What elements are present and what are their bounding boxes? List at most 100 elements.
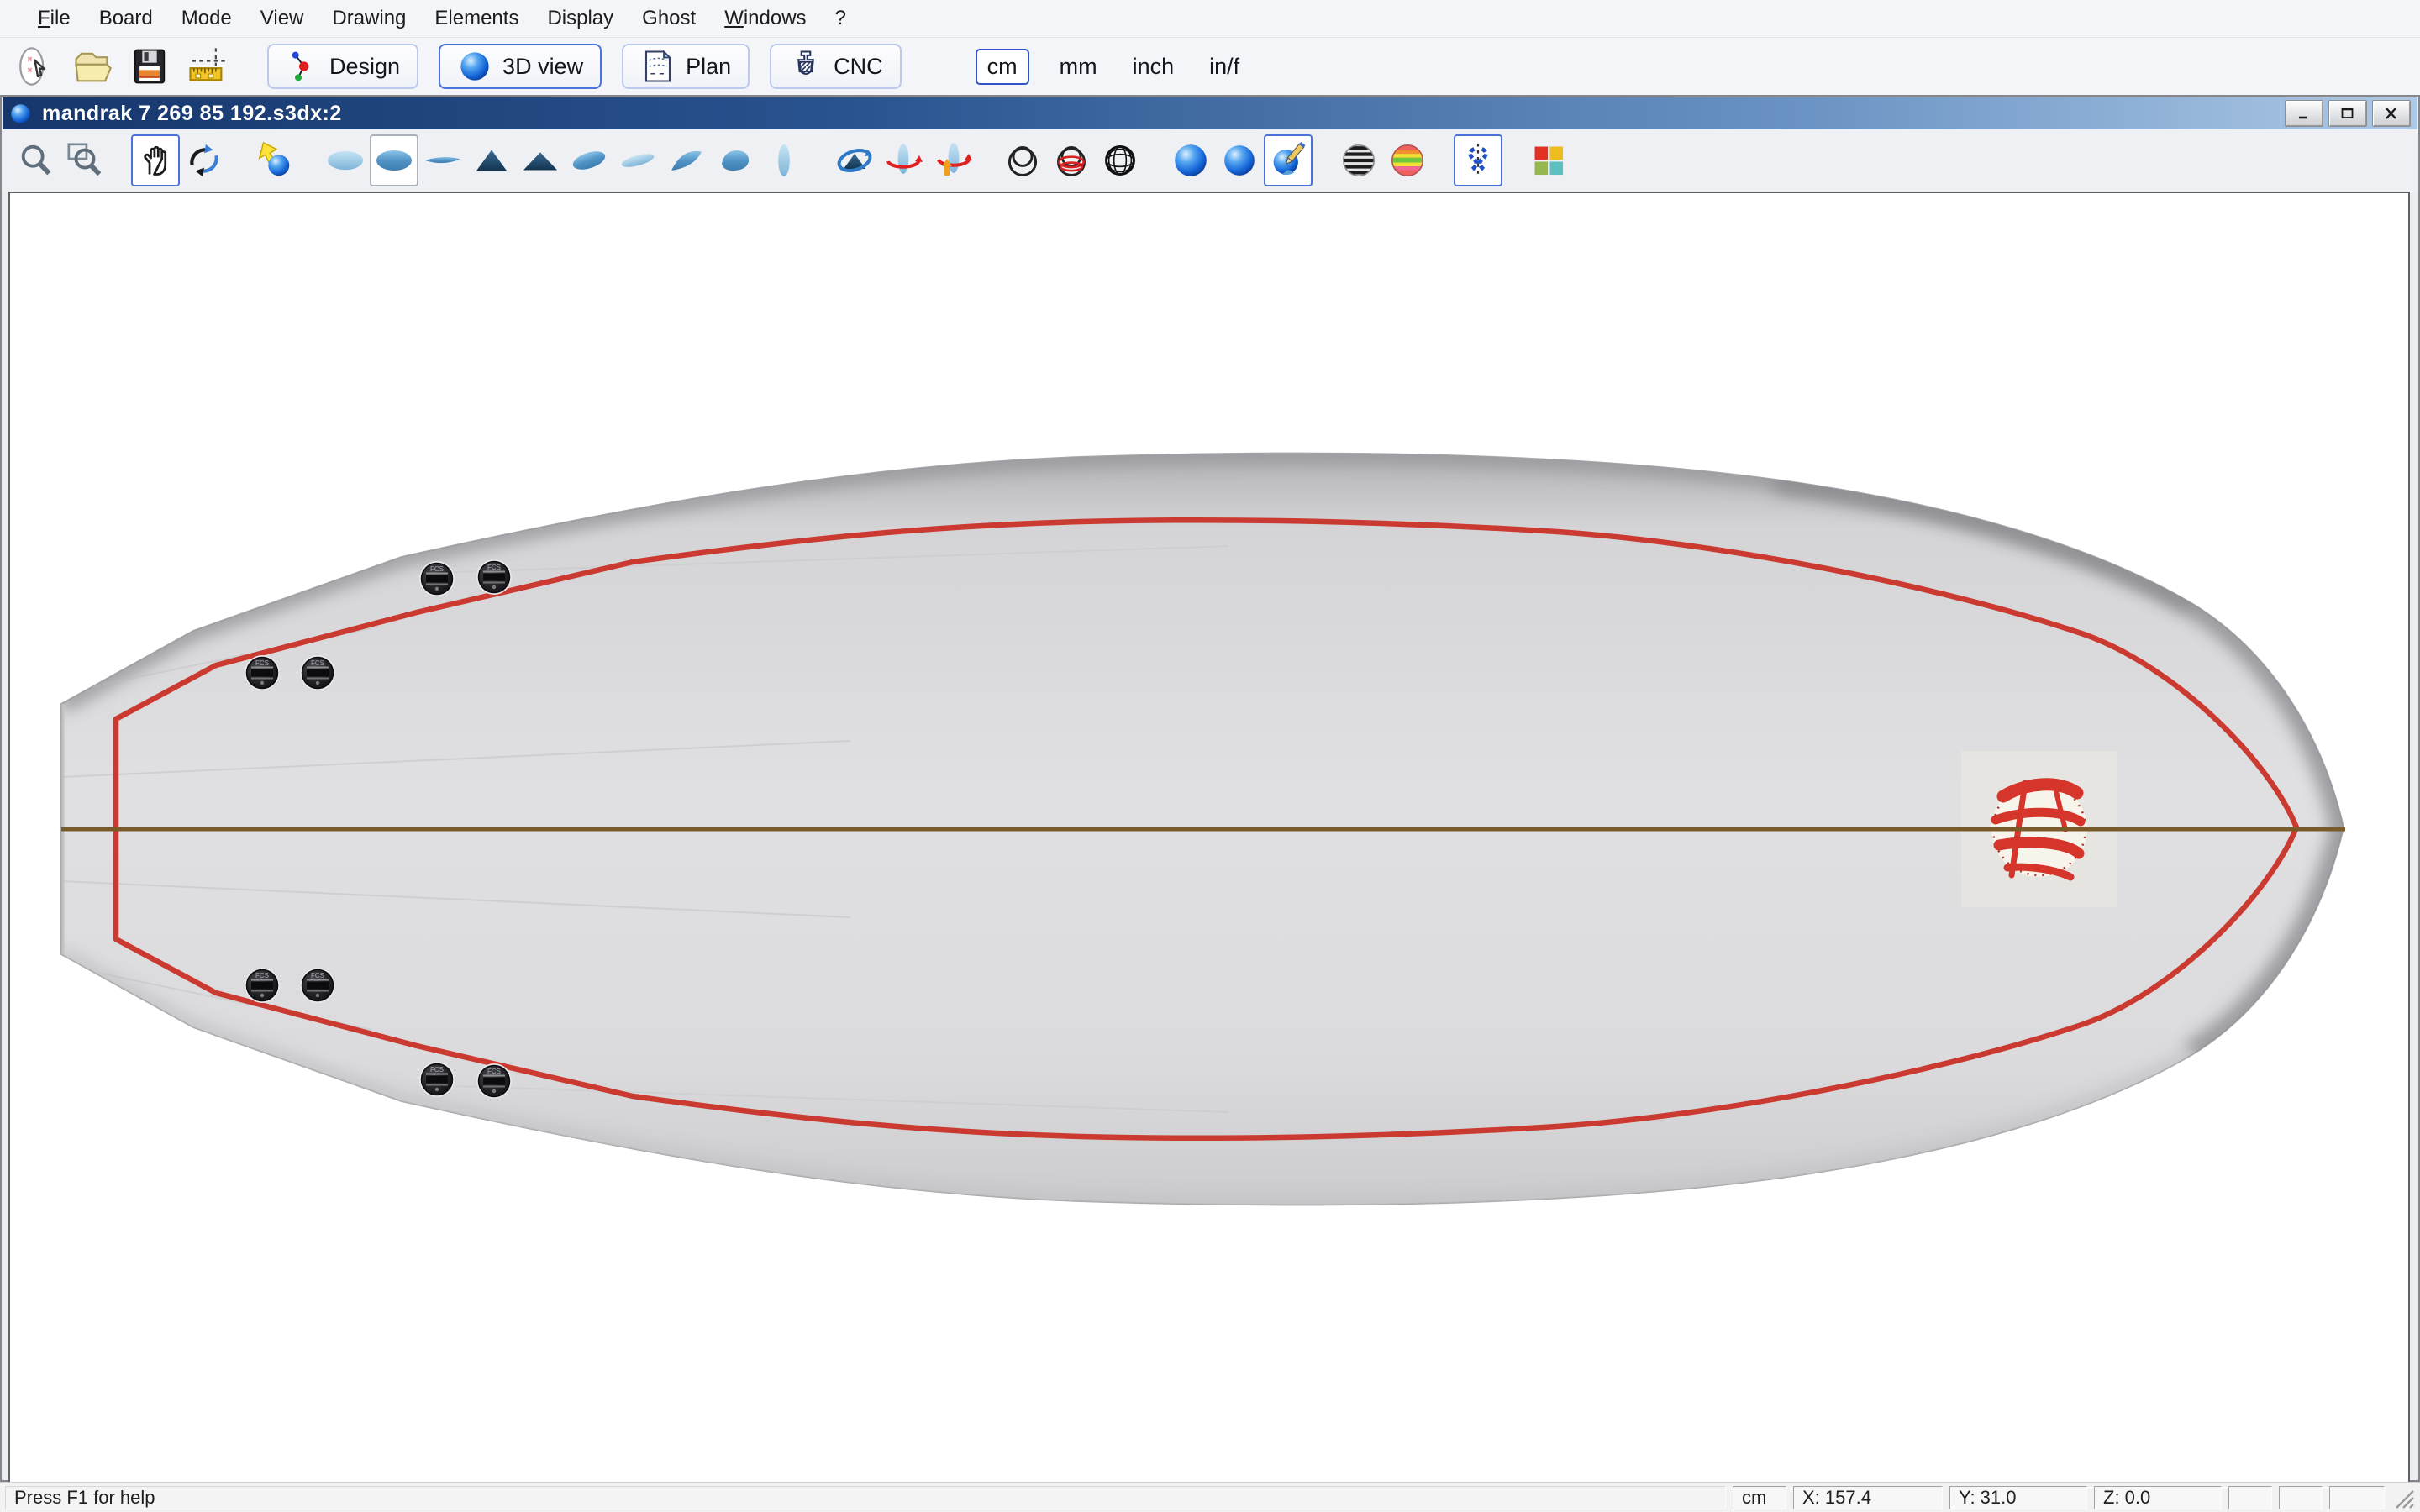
svg-text:FCS: FCS xyxy=(311,659,324,667)
status-help: Press F1 for help xyxy=(5,1485,1726,1509)
3d-view-mode-button[interactable]: 3D view xyxy=(439,44,602,89)
unit-inch[interactable]: inch xyxy=(1128,50,1180,83)
save-icon[interactable] xyxy=(123,40,176,92)
view-side-icon[interactable] xyxy=(418,134,467,186)
tile-windows-icon[interactable] xyxy=(1524,134,1573,186)
minimize-icon xyxy=(2299,116,2307,119)
measurements-icon-svg xyxy=(189,48,225,81)
board-3d-view: FCS FCS FCS FCS FCS FCS FCS FCS xyxy=(60,452,2345,1206)
cnc-mode-label: CNC xyxy=(834,53,883,79)
fin-plug[interactable]: FCS xyxy=(245,968,280,1003)
view-perspective-3-icon[interactable] xyxy=(662,134,711,186)
save-icon-svg xyxy=(134,49,166,84)
plan-mode-label: Plan xyxy=(686,53,732,79)
cnc-mode-icon xyxy=(797,50,815,75)
menu-bar: File Board Mode View Drawing Elements Di… xyxy=(0,0,2420,38)
view-front-icon[interactable] xyxy=(467,134,516,186)
measurements-icon[interactable] xyxy=(180,40,234,92)
menu-file[interactable]: File xyxy=(24,7,85,30)
plan-mode-button[interactable]: Plan xyxy=(622,44,750,89)
paint-decor-icon[interactable] xyxy=(1264,134,1313,186)
view-perspective-2-icon[interactable] xyxy=(613,134,662,186)
wireframe-icon[interactable] xyxy=(998,134,1047,186)
svg-text:FCS: FCS xyxy=(255,659,269,667)
fin-plug[interactable]: FCS xyxy=(300,655,335,690)
design-canvas[interactable]: FCS FCS FCS FCS FCS FCS FCS FCS xyxy=(8,192,2410,1483)
resize-grip[interactable] xyxy=(2391,1486,2415,1509)
document-title-bar[interactable]: mandrak 7 269 85 192.s3dx:2 xyxy=(3,97,2417,129)
rotate-view-icon[interactable] xyxy=(830,134,879,186)
view-outline-icon[interactable] xyxy=(760,134,808,186)
view-perspective-4-icon[interactable] xyxy=(711,134,760,186)
status-z-coordinate: Z: 0.0 xyxy=(2094,1485,2222,1509)
document-title: mandrak 7 269 85 192.s3dx:2 xyxy=(42,101,342,125)
menu-windows[interactable]: Windows xyxy=(710,7,820,30)
status-bar: Press F1 for help cm X: 157.4 Y: 31.0 Z:… xyxy=(0,1482,2420,1512)
maximize-icon xyxy=(2341,108,2354,118)
app-icon xyxy=(11,103,30,123)
maximize-button[interactable] xyxy=(2328,100,2367,127)
zebra-icon[interactable] xyxy=(1334,134,1383,186)
menu-mode[interactable]: Mode xyxy=(167,7,246,30)
flip-board-icon[interactable] xyxy=(928,134,976,186)
new-board-icon-svg xyxy=(19,47,46,86)
3d-view-mode-icon xyxy=(460,52,489,81)
status-empty-cell xyxy=(2279,1485,2323,1509)
pan-icon[interactable] xyxy=(131,134,180,186)
curvature-icon[interactable] xyxy=(1383,134,1432,186)
menu-board[interactable]: Board xyxy=(85,7,167,30)
svg-text:FCS: FCS xyxy=(487,1068,501,1075)
view-deck-icon[interactable] xyxy=(321,134,370,186)
spin-board-icon[interactable] xyxy=(879,134,928,186)
svg-text:FCS: FCS xyxy=(255,972,269,979)
status-x-coordinate: X: 157.4 xyxy=(1793,1485,1943,1509)
status-y-coordinate: Y: 31.0 xyxy=(1949,1485,2087,1509)
new-board-icon[interactable] xyxy=(8,40,62,92)
zoom-window-icon[interactable] xyxy=(60,134,109,186)
menu-view[interactable]: View xyxy=(246,7,318,30)
pick-render-icon[interactable] xyxy=(250,134,299,186)
menu-elements[interactable]: Elements xyxy=(420,7,533,30)
minimize-button[interactable] xyxy=(2285,100,2323,127)
design-mode-button[interactable]: Design xyxy=(267,44,419,89)
fin-plug[interactable]: FCS xyxy=(300,968,335,1003)
unit-mm[interactable]: mm xyxy=(1055,50,1102,83)
svg-text:FCS: FCS xyxy=(430,1066,444,1074)
symmetry-icon[interactable] xyxy=(1454,134,1502,186)
cnc-mode-button[interactable]: CNC xyxy=(770,44,902,89)
mdi-work-area: mandrak 7 269 85 192.s3dx:2 FCS FCS FCS … xyxy=(0,95,2420,1483)
main-toolbar: Design 3D view Plan CNC cm mm inch in/f xyxy=(0,38,2420,96)
status-empty-cell xyxy=(2228,1485,2272,1509)
design-mode-icon xyxy=(292,51,309,81)
fin-plug[interactable]: FCS xyxy=(419,1062,455,1097)
close-button[interactable] xyxy=(2372,100,2411,127)
view-perspective-icon[interactable] xyxy=(565,134,613,186)
3d-view-mode-label: 3D view xyxy=(502,53,584,79)
menu-ghost[interactable]: Ghost xyxy=(628,7,710,30)
open-folder-icon[interactable] xyxy=(66,40,119,92)
view-back-icon[interactable] xyxy=(516,134,565,186)
render-sphere-2-icon[interactable] xyxy=(1215,134,1264,186)
plan-mode-icon xyxy=(645,50,672,82)
svg-text:FCS: FCS xyxy=(487,564,501,571)
menu-drawing[interactable]: Drawing xyxy=(318,7,420,30)
status-empty-cell xyxy=(2329,1485,2385,1509)
wireframe-rings-icon[interactable] xyxy=(1047,134,1096,186)
zoom-icon[interactable] xyxy=(12,134,60,186)
orbit-icon[interactable] xyxy=(180,134,229,186)
svg-text:FCS: FCS xyxy=(430,565,444,573)
render-sphere-icon[interactable] xyxy=(1166,134,1215,186)
fin-plug[interactable]: FCS xyxy=(419,561,455,596)
fin-plug[interactable]: FCS xyxy=(476,1063,512,1099)
svg-text:FCS: FCS xyxy=(311,972,324,979)
menu-help[interactable]: ? xyxy=(821,7,860,30)
mesh-icon[interactable] xyxy=(1096,134,1144,186)
unit-inf[interactable]: in/f xyxy=(1204,50,1244,83)
view-bottom-icon[interactable] xyxy=(370,134,418,186)
menu-display[interactable]: Display xyxy=(533,7,628,30)
view-toolbar xyxy=(2,129,2418,192)
unit-selector: cm mm inch in/f xyxy=(975,48,1245,85)
fin-plug[interactable]: FCS xyxy=(476,559,512,595)
fin-plug[interactable]: FCS xyxy=(245,655,280,690)
unit-cm[interactable]: cm xyxy=(975,48,1029,85)
